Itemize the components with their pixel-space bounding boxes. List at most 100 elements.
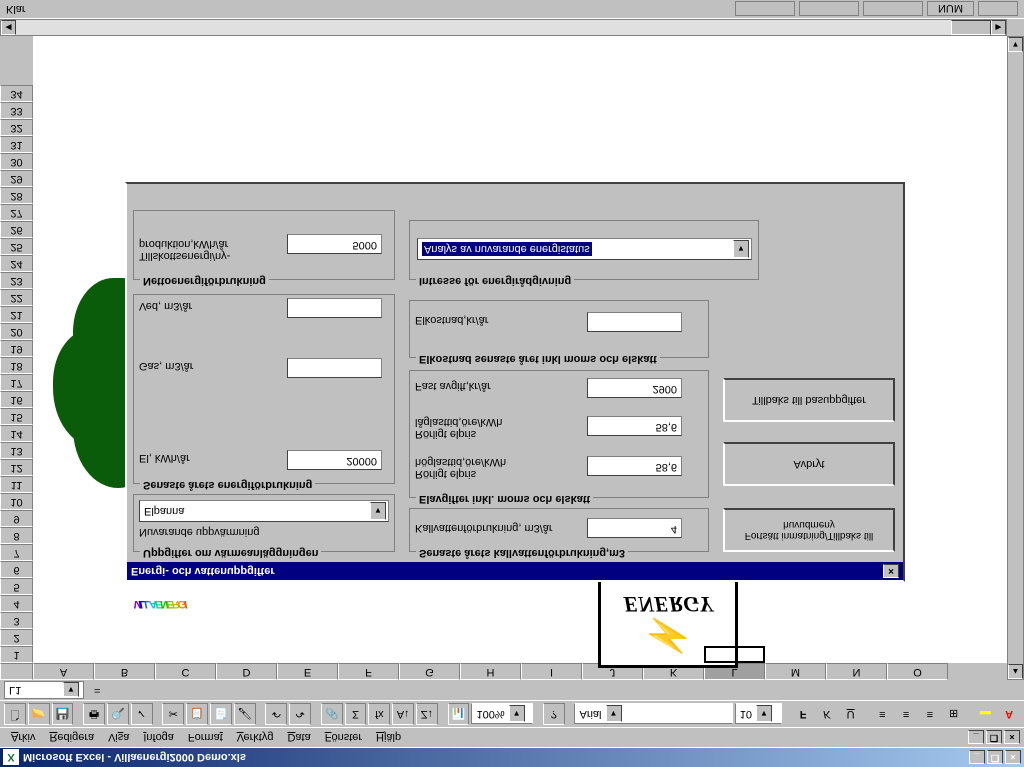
- column-header[interactable]: N: [826, 663, 887, 680]
- row-header[interactable]: 4: [0, 595, 33, 612]
- paste-button[interactable]: 📄: [210, 703, 232, 725]
- column-header[interactable]: F: [338, 663, 399, 680]
- row-header[interactable]: 24: [0, 255, 33, 272]
- maximize-button[interactable]: ❐: [987, 751, 1003, 765]
- row-header[interactable]: 26: [0, 221, 33, 238]
- row-header[interactable]: 25: [0, 238, 33, 255]
- row-header[interactable]: 3: [0, 612, 33, 629]
- row-header[interactable]: 32: [0, 119, 33, 136]
- row-header[interactable]: 2: [0, 629, 33, 646]
- zoom-combo[interactable]: 100%▼: [471, 704, 532, 725]
- row-header[interactable]: 16: [0, 391, 33, 408]
- row-header[interactable]: 11: [0, 476, 33, 493]
- scroll-right-icon[interactable]: ▶: [991, 20, 1006, 35]
- laglast-input[interactable]: 58,6: [587, 416, 682, 436]
- chevron-down-icon[interactable]: ▼: [63, 683, 79, 698]
- row-header[interactable]: 14: [0, 425, 33, 442]
- menu-infoga[interactable]: Infoga: [136, 730, 181, 746]
- row-header[interactable]: 9: [0, 510, 33, 527]
- row-header[interactable]: 18: [0, 357, 33, 374]
- cut-button[interactable]: ✂: [162, 703, 184, 725]
- row-header[interactable]: 13: [0, 442, 33, 459]
- font-combo[interactable]: Arial▼: [574, 704, 732, 725]
- fontsize-combo[interactable]: 10▼: [735, 704, 783, 725]
- column-header[interactable]: A: [33, 663, 94, 680]
- row-header[interactable]: 34: [0, 85, 33, 102]
- copy-button[interactable]: 📋: [186, 703, 208, 725]
- italic-button[interactable]: K: [816, 703, 838, 725]
- gas-input[interactable]: [287, 358, 382, 378]
- row-header[interactable]: 29: [0, 170, 33, 187]
- row-header[interactable]: 6: [0, 561, 33, 578]
- autosum-button[interactable]: Σ: [345, 703, 367, 725]
- align-center-button[interactable]: ≡: [895, 703, 917, 725]
- chevron-down-icon[interactable]: ▼: [509, 706, 525, 723]
- row-header[interactable]: 30: [0, 153, 33, 170]
- chevron-down-icon[interactable]: ▼: [606, 706, 622, 723]
- menu-data[interactable]: Data: [280, 730, 317, 746]
- column-header[interactable]: E: [277, 663, 338, 680]
- redo-button[interactable]: ↷: [289, 703, 311, 725]
- column-header[interactable]: O: [887, 663, 948, 680]
- dialog-titlebar[interactable]: Energi- och vattenuppgifter ×: [127, 562, 903, 580]
- preview-button[interactable]: 🔍: [107, 703, 129, 725]
- menu-fonster[interactable]: Fönster: [318, 730, 369, 746]
- row-header[interactable]: 20: [0, 323, 33, 340]
- name-box[interactable]: L1▼: [4, 681, 84, 699]
- row-header[interactable]: 17: [0, 374, 33, 391]
- merge-button[interactable]: ⊞: [943, 703, 965, 725]
- menu-format[interactable]: Format: [181, 730, 230, 746]
- heating-select[interactable]: Elpanna ▼: [139, 500, 389, 522]
- row-header[interactable]: 7: [0, 544, 33, 561]
- scroll-thumb[interactable]: [951, 20, 991, 35]
- menu-visa[interactable]: Visa: [101, 730, 136, 746]
- minimize-button[interactable]: _: [969, 751, 985, 765]
- row-header[interactable]: 33: [0, 102, 33, 119]
- hoglast-input[interactable]: 58,6: [587, 456, 682, 476]
- print-button[interactable]: 🖶: [83, 703, 105, 725]
- column-header[interactable]: C: [155, 663, 216, 680]
- align-left-button[interactable]: ≡: [871, 703, 893, 725]
- sort-desc-button[interactable]: Z↓: [416, 703, 438, 725]
- row-header[interactable]: 8: [0, 527, 33, 544]
- open-button[interactable]: 📂: [28, 703, 50, 725]
- hyperlink-button[interactable]: 🔗: [321, 703, 343, 725]
- font-color-button[interactable]: A: [998, 703, 1020, 725]
- chevron-down-icon[interactable]: ▼: [756, 706, 772, 723]
- scroll-up-icon[interactable]: ▲: [1008, 664, 1023, 679]
- menu-hjalp[interactable]: Hjälp: [369, 730, 408, 746]
- column-header[interactable]: B: [94, 663, 155, 680]
- undo-button[interactable]: ↶: [265, 703, 287, 725]
- chevron-down-icon[interactable]: ▼: [733, 240, 749, 258]
- doc-minimize-button[interactable]: _: [968, 731, 984, 745]
- sort-asc-button[interactable]: A↓: [392, 703, 414, 725]
- vertical-scrollbar[interactable]: ▲ ▼: [1007, 36, 1024, 680]
- horizontal-scrollbar[interactable]: ◀ ▶: [0, 19, 1007, 36]
- doc-close-button[interactable]: ×: [1004, 731, 1020, 745]
- align-right-button[interactable]: ≡: [919, 703, 941, 725]
- menu-verktyg[interactable]: Verktyg: [230, 730, 281, 746]
- tillbaks-button[interactable]: Tillbaks till basuppgifter: [723, 378, 895, 422]
- row-header[interactable]: 1: [0, 646, 33, 663]
- column-header[interactable]: I: [521, 663, 582, 680]
- row-header[interactable]: 19: [0, 340, 33, 357]
- menu-redigera[interactable]: Redigera: [42, 730, 101, 746]
- row-header[interactable]: 12: [0, 459, 33, 476]
- underline-button[interactable]: U: [840, 703, 862, 725]
- row-header[interactable]: 5: [0, 578, 33, 595]
- row-header[interactable]: 15: [0, 408, 33, 425]
- fill-color-button[interactable]: ▬: [974, 703, 996, 725]
- format-painter-button[interactable]: 🖌: [234, 703, 256, 725]
- fast-input[interactable]: 2900: [587, 378, 682, 398]
- column-header[interactable]: M: [765, 663, 826, 680]
- column-header[interactable]: G: [399, 663, 460, 680]
- doc-restore-button[interactable]: ❐: [986, 731, 1002, 745]
- intresse-select[interactable]: Analys av nuvarande energistatus ▼: [417, 238, 752, 260]
- avbryt-button[interactable]: Avbryt: [723, 442, 895, 486]
- fortsatt-button[interactable]: Fortsätt inmatning/Tillbaks till huvudme…: [723, 508, 895, 552]
- row-header[interactable]: 28: [0, 187, 33, 204]
- elkostnad-input[interactable]: [587, 312, 682, 332]
- row-header[interactable]: 31: [0, 136, 33, 153]
- row-header[interactable]: 23: [0, 272, 33, 289]
- column-header[interactable]: D: [216, 663, 277, 680]
